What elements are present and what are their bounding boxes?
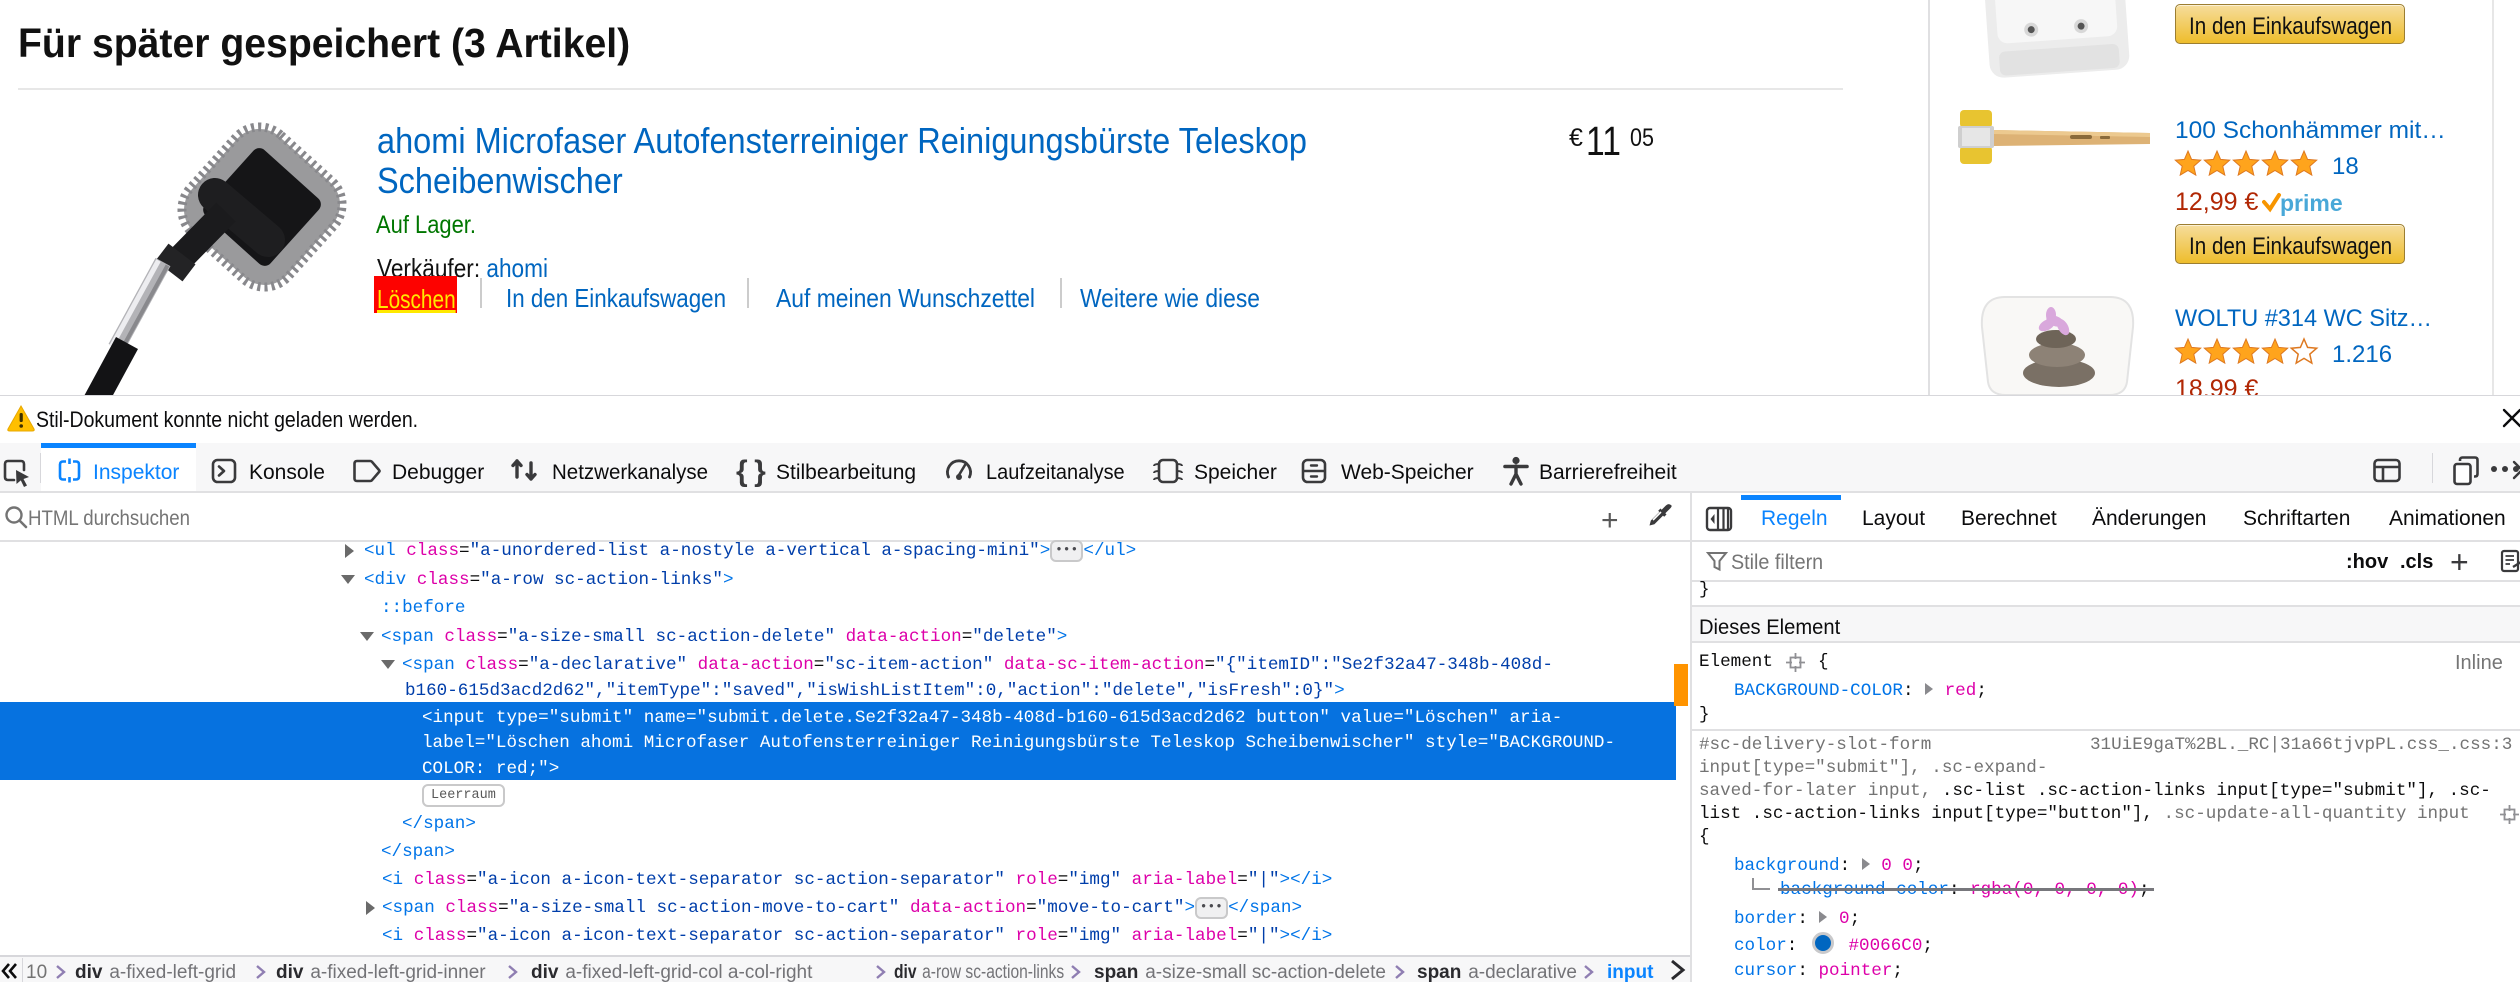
svg-text:prime: prime xyxy=(2280,190,2343,216)
